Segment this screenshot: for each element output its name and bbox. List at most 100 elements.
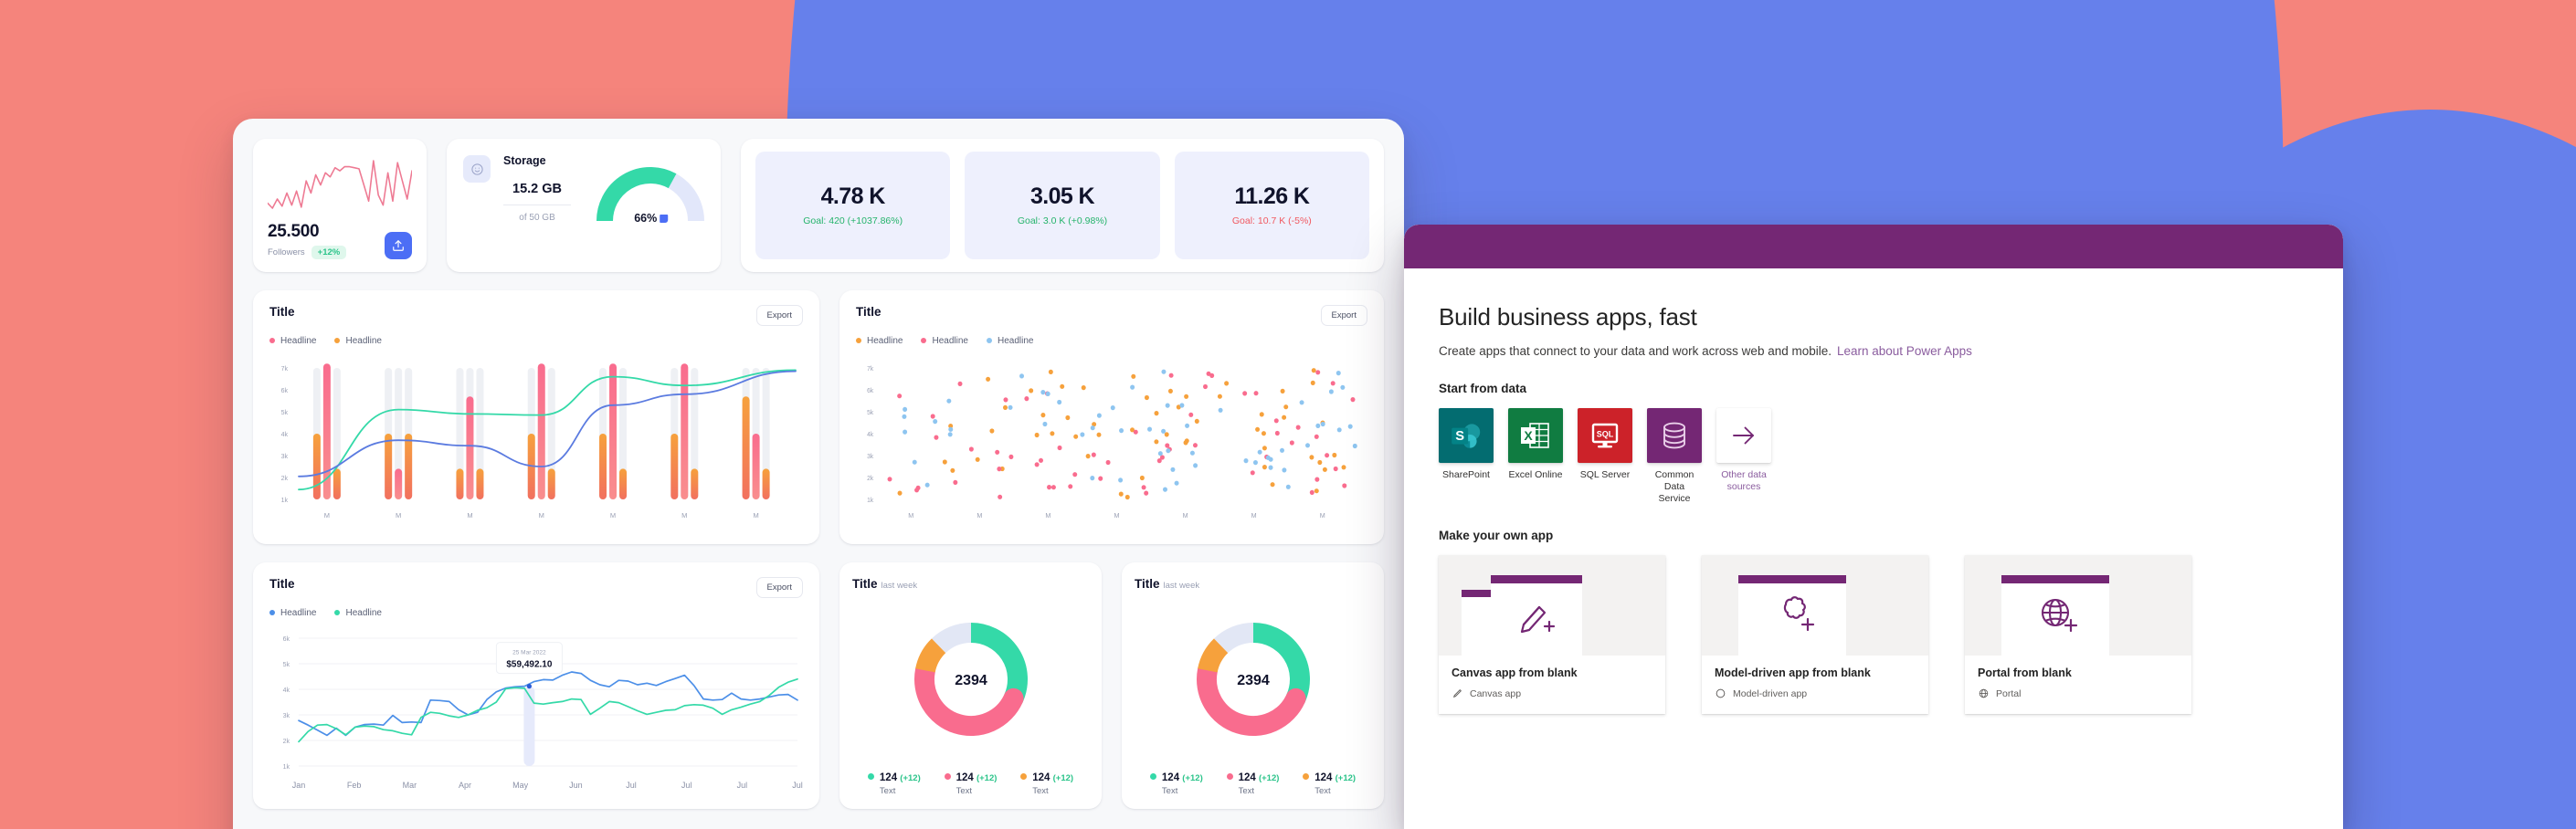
canvas-thumb xyxy=(1439,555,1665,656)
chart-legend: Headline Headline xyxy=(269,336,803,346)
donut-legend: 124 (+12) Text 124 (+12) Text 124 (+12) xyxy=(1135,769,1371,802)
pencil-icon xyxy=(1452,689,1462,698)
legend-item[interactable]: Headline xyxy=(921,335,968,346)
svg-text:6k: 6k xyxy=(281,388,289,394)
learn-about-power-apps-link[interactable]: Learn about Power Apps xyxy=(1837,344,1972,358)
page-subtitle: Create apps that connect to your data an… xyxy=(1439,344,2310,358)
followers-summary: 25.500 Followers +12% xyxy=(268,222,412,259)
legend-item[interactable]: 124 (+12) Text xyxy=(944,769,997,796)
portal-thumb-graphic xyxy=(2001,575,2109,656)
kpi-goal: Goal: 420 (+1037.86%) xyxy=(803,215,903,227)
svg-text:4k: 4k xyxy=(281,432,289,438)
legend-dot-icon xyxy=(334,338,341,344)
data-source-excel-online[interactable]: X Excel Online xyxy=(1508,408,1563,505)
sql-server-icon: SQL xyxy=(1578,408,1632,463)
legend-item[interactable]: 124 (+12) Text xyxy=(1149,769,1203,796)
combo-chart-svg: 1k 2k 3k 4k 5k 6k 7k M M M M M M M xyxy=(281,363,797,519)
legend-item[interactable]: Headline xyxy=(269,608,316,618)
app-card-canvas[interactable]: Canvas app from blank Canvas app xyxy=(1439,555,1665,715)
canvas-thumb-graphic xyxy=(1462,575,1582,656)
svg-text:3k: 3k xyxy=(281,454,289,460)
app-card-meta-text: Portal xyxy=(1996,687,2022,699)
scatter-chart-card: Title Export Headline Headline Headline xyxy=(839,289,1384,544)
legend-dot-icon xyxy=(1226,772,1233,780)
chart-title-text: Title xyxy=(1135,576,1160,591)
page-subtitle-text: Create apps that connect to your data an… xyxy=(1439,344,1832,358)
chart-header: Title Export xyxy=(269,304,803,326)
app-card-meta: Portal xyxy=(1978,687,2179,699)
legend-item[interactable]: Headline xyxy=(269,336,316,346)
legend-delta: (+12) xyxy=(900,772,921,783)
legend-item[interactable]: Headline xyxy=(334,608,382,618)
data-source-common-data-service[interactable]: Common Data Service xyxy=(1647,408,1702,505)
smiley-icon xyxy=(463,155,491,183)
kpi-goal: Goal: 3.0 K (+0.98%) xyxy=(1017,215,1108,227)
legend-value-number: 124 xyxy=(1314,771,1333,783)
data-source-sharepoint[interactable]: S SharePoint xyxy=(1439,408,1494,505)
arrow-right-icon xyxy=(1716,408,1771,463)
legend-dot-icon xyxy=(1149,772,1156,780)
export-button[interactable]: Export xyxy=(755,304,803,326)
svg-text:M: M xyxy=(681,511,687,519)
legend-delta: (+12) xyxy=(1182,772,1203,783)
legend-dot-icon xyxy=(269,610,275,616)
legend-dot-icon xyxy=(944,772,951,780)
sharepoint-icon: S xyxy=(1439,408,1494,463)
legend-label: Headline xyxy=(280,607,317,618)
legend-value: 124 (+12) xyxy=(1032,772,1073,783)
export-button[interactable]: Export xyxy=(755,576,803,598)
svg-text:M: M xyxy=(539,511,544,519)
svg-text:S: S xyxy=(1455,429,1464,444)
app-card-portal[interactable]: Portal from blank Portal xyxy=(1965,555,2191,715)
model-thumb xyxy=(1702,555,1928,656)
legend-value-number: 124 xyxy=(955,771,974,783)
upload-icon xyxy=(393,240,404,251)
kpi-tile[interactable]: 3.05 K Goal: 3.0 K (+0.98%) xyxy=(965,152,1160,259)
kpi-goal: Goal: 10.7 K (-5%) xyxy=(1231,215,1312,227)
svg-text:SQL: SQL xyxy=(1597,430,1614,439)
legend-label: Text xyxy=(1238,785,1254,796)
legend-item[interactable]: Headline xyxy=(856,336,903,346)
donut-chart-card: Title last week 2394 124 (+12) Text 124 … xyxy=(839,561,1102,809)
svg-text:1k: 1k xyxy=(281,498,289,504)
donut-svg: 2394 xyxy=(913,623,1028,737)
legend-value-number: 124 xyxy=(1032,771,1050,783)
kpi-tile[interactable]: 11.26 K Goal: 10.7 K (-5%) xyxy=(1174,152,1369,259)
chart-title: Title last week xyxy=(852,577,917,591)
legend-value: 124 (+12) xyxy=(880,772,921,783)
donut-plot: 2394 xyxy=(852,591,1089,769)
chart-legend: Headline Headline xyxy=(269,608,803,618)
storage-total-label: of 50 GB xyxy=(519,213,555,223)
legend-label: Headline xyxy=(932,335,968,346)
chart-header: Title last week xyxy=(852,577,1089,591)
legend-item[interactable]: 124 (+12) Text xyxy=(1303,769,1356,796)
svg-text:Mar: Mar xyxy=(403,781,417,790)
export-button[interactable]: Export xyxy=(1320,304,1367,326)
legend-item[interactable]: 124 (+12) Text xyxy=(1226,769,1280,796)
power-apps-body: Build business apps, fast Create apps th… xyxy=(1404,268,2343,715)
app-card-name: Canvas app from blank xyxy=(1452,666,1578,680)
data-source-other[interactable]: Other data sources xyxy=(1716,408,1771,505)
app-card-meta-text: Canvas app xyxy=(1470,687,1522,699)
storage-percent-value: 66% xyxy=(634,212,658,225)
followers-delta-badge: +12% xyxy=(311,245,347,259)
legend-dot-icon xyxy=(986,338,992,344)
make-your-own-app-title: Make your own app xyxy=(1439,529,1554,543)
svg-text:M: M xyxy=(1251,511,1257,519)
svg-text:Jul: Jul xyxy=(792,781,803,790)
kpi-tile[interactable]: 4.78 K Goal: 420 (+1037.86%) xyxy=(755,152,951,259)
legend-item[interactable]: 124 (+12) Text xyxy=(1020,769,1073,796)
app-card-model-driven[interactable]: Model-driven app from blank Model-driven… xyxy=(1702,555,1928,715)
app-card-meta: Canvas app xyxy=(1452,687,1652,699)
legend-label: Text xyxy=(1314,785,1331,796)
legend-item[interactable]: Headline xyxy=(986,336,1033,346)
legend-item[interactable]: 124 (+12) Text xyxy=(867,769,921,796)
upload-button[interactable] xyxy=(385,231,412,259)
database-icon xyxy=(1647,408,1702,463)
legend-value: 124 (+12) xyxy=(1239,772,1280,783)
data-source-sql-server[interactable]: SQL SQL Server xyxy=(1578,408,1632,505)
dashboard-row-charts-2: Title Export Headline Headline 1k 2k 3k 4k 5… xyxy=(253,561,1384,809)
legend-item[interactable]: Headline xyxy=(334,336,382,346)
smiley-icon-glyph xyxy=(470,163,483,175)
svg-text:Jun: Jun xyxy=(569,781,583,790)
